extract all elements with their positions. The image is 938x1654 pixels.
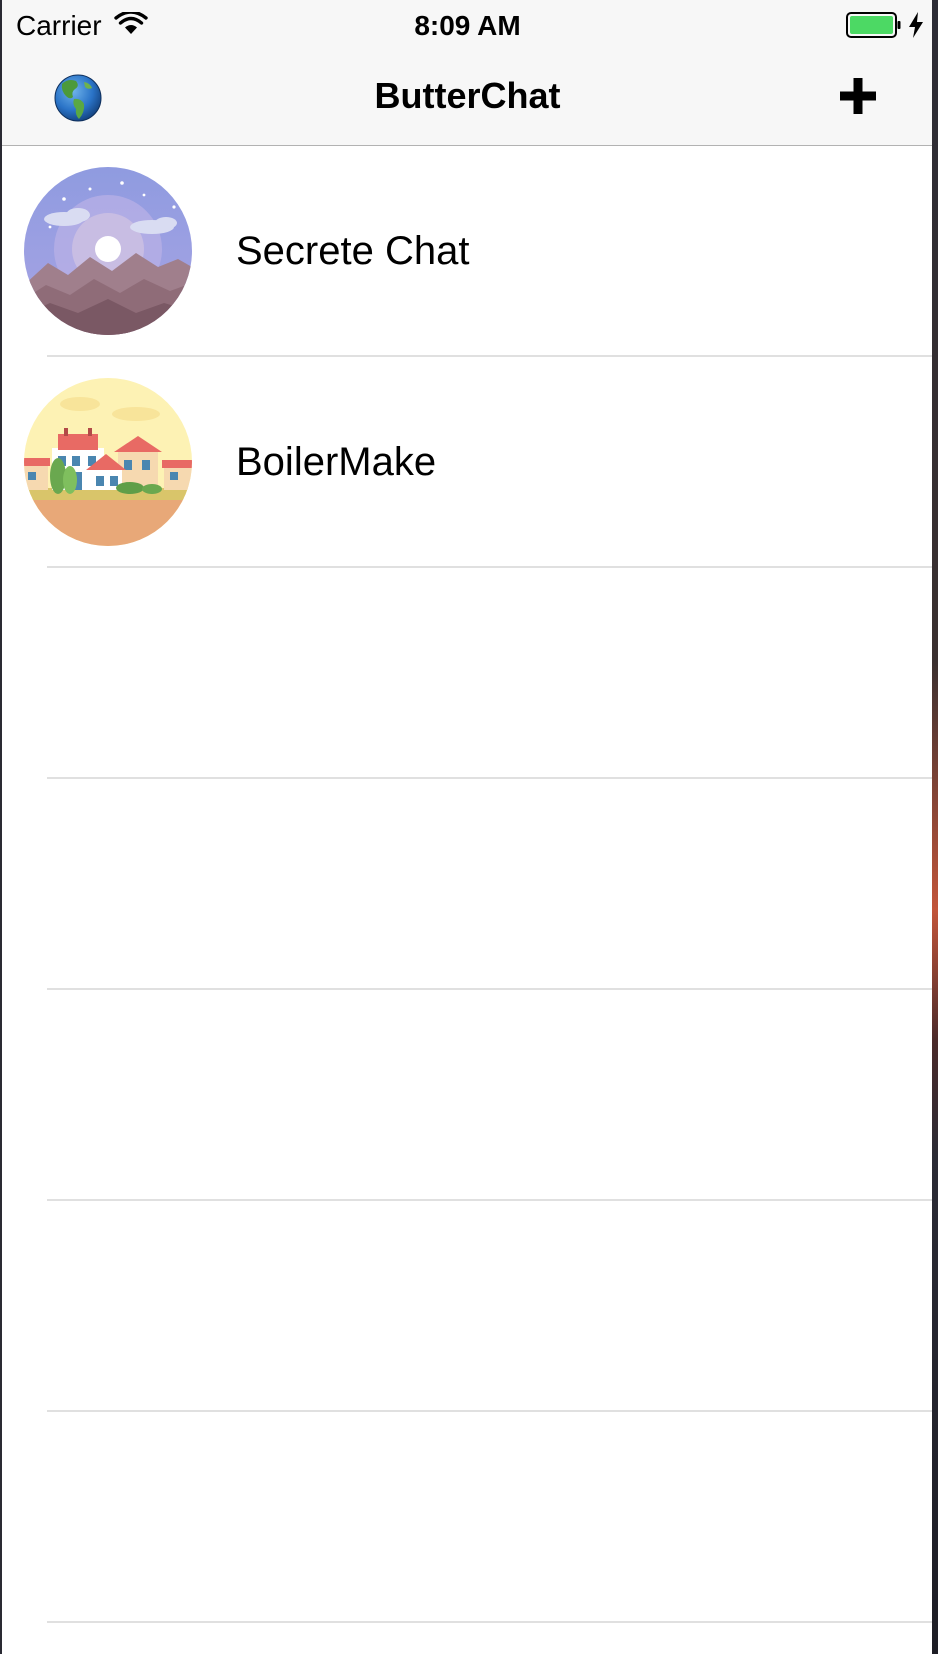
chat-row-secrete-chat[interactable]: Secrete Chat [2, 146, 933, 357]
empty-row [2, 568, 933, 779]
charging-bolt-icon [909, 12, 923, 38]
town-houses-avatar [24, 378, 192, 546]
empty-row [2, 1201, 933, 1412]
background-app-edge [932, 0, 938, 1654]
battery-icon [846, 12, 901, 38]
chat-row-boilermake[interactable]: BoilerMake [2, 357, 933, 568]
row-separator [47, 1621, 933, 1623]
empty-row [2, 779, 933, 990]
navigation-bar: Carrier 8:09 AM ButterChat [2, 0, 933, 146]
app-window: Carrier 8:09 AM ButterChat Secrete Chat … [2, 0, 933, 1654]
page-title: ButterChat [374, 75, 561, 116]
empty-row [2, 1412, 933, 1623]
chat-list: Secrete Chat BoilerMake [2, 146, 933, 1623]
add-chat-button[interactable] [832, 70, 884, 122]
chat-name: Secrete Chat [236, 229, 470, 273]
screen: Carrier 8:09 AM ButterChat Secrete Chat … [0, 0, 938, 1654]
status-time: 8:09 AM [414, 10, 521, 41]
moonlit-mountains-avatar [24, 167, 192, 335]
empty-row [2, 990, 933, 1201]
chat-name: BoilerMake [236, 440, 437, 484]
